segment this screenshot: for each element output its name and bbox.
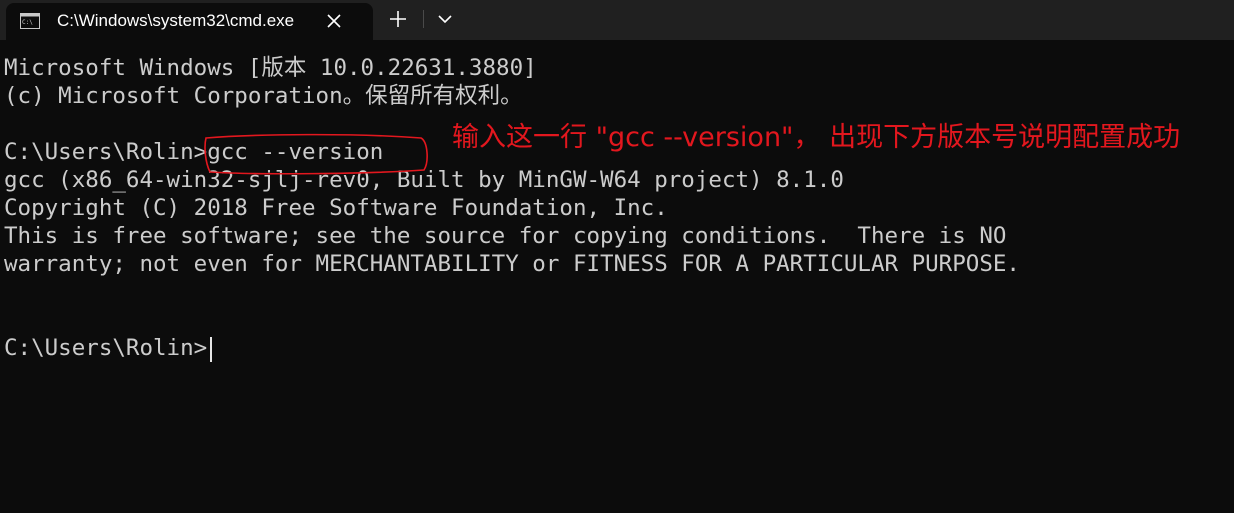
chevron-down-icon[interactable] — [432, 6, 458, 32]
close-icon[interactable] — [322, 9, 346, 33]
terminal-prompt: C:\Users\Rolin> — [4, 335, 208, 361]
svg-text:C:\: C:\ — [22, 19, 33, 26]
tab-title: C:\Windows\system32\cmd.exe — [57, 11, 295, 30]
text-cursor — [210, 337, 212, 362]
terminal-line: Microsoft Windows [版本 10.0.22631.3880] — [4, 55, 537, 81]
cmd-icon: C:\ — [20, 13, 40, 29]
terminal-window: C:\ C:\Windows\system32\cmd.exe Microsof… — [0, 0, 1234, 513]
annotation-note: 输入这一行 "gcc --version"， 出现下方版本号说明配置成功 — [452, 122, 1181, 153]
highlight-circle — [204, 133, 428, 175]
terminal-line: Copyright (C) 2018 Free Software Foundat… — [4, 195, 668, 221]
tab-bar: C:\ C:\Windows\system32\cmd.exe — [0, 0, 1234, 40]
tab-cmd[interactable]: C:\ C:\Windows\system32\cmd.exe — [6, 3, 373, 40]
terminal-line: (c) Microsoft Corporation。保留所有权利。 — [4, 83, 523, 109]
terminal-output[interactable]: Microsoft Windows [版本 10.0.22631.3880] (… — [0, 40, 1234, 513]
tab-divider — [423, 10, 424, 28]
plus-icon[interactable] — [385, 6, 411, 32]
terminal-line: This is free software; see the source fo… — [4, 223, 1007, 249]
terminal-line: warranty; not even for MERCHANTABILITY o… — [4, 251, 1020, 277]
